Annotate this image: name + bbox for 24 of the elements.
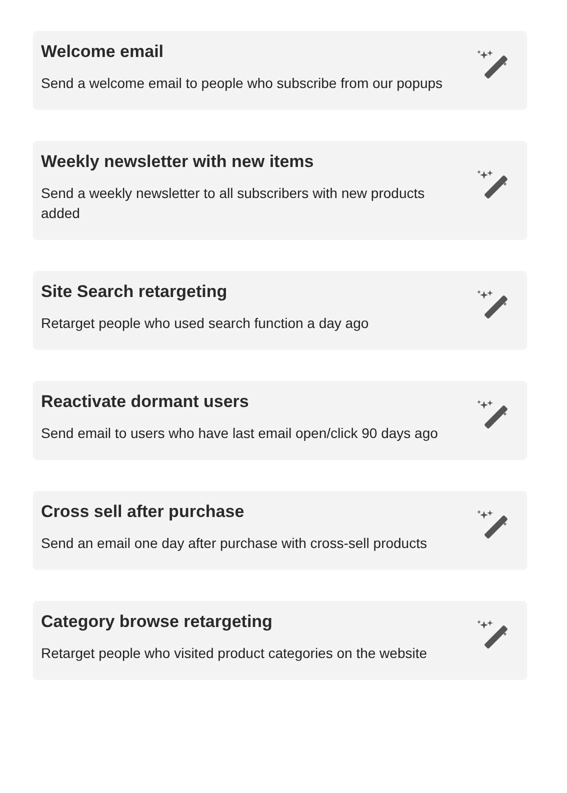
template-description: Send an email one day after purchase with cross-sell products xyxy=(41,534,428,553)
template-card[interactable]: Reactivate dormant users Send email to users who have last email open/click 90 days ago xyxy=(33,381,527,460)
template-card[interactable]: Category browse retargeting Retarget people who visited product categories on the website xyxy=(33,601,527,680)
magic-wand-icon[interactable] xyxy=(477,50,509,80)
template-description: Send email to users who have last email open/click 90 days ago xyxy=(41,424,439,443)
template-title: Site Search retargeting xyxy=(41,281,228,303)
template-title: Reactivate dormant users xyxy=(41,391,250,413)
template-description: Retarget people who used search function a day ago xyxy=(41,314,370,333)
magic-wand-icon[interactable] xyxy=(477,400,509,430)
magic-wand-icon[interactable] xyxy=(477,510,509,540)
template-title: Cross sell after purchase xyxy=(41,501,246,523)
template-description: Send a weekly newsletter to all subscribers with new products added xyxy=(41,184,426,223)
template-card[interactable]: Weekly newsletter with new items Send a weekly newsletter to all subscribers with new products added xyxy=(33,141,527,240)
template-description: Retarget people who visited product categories on the website xyxy=(41,644,428,663)
template-title: Weekly newsletter with new items xyxy=(41,151,315,173)
template-title: Category browse retargeting xyxy=(41,611,274,633)
magic-wand-icon[interactable] xyxy=(477,290,509,320)
magic-wand-icon[interactable] xyxy=(477,620,509,650)
template-description: Send a welcome email to people who subscribe from our popups xyxy=(41,74,444,93)
magic-wand-icon[interactable] xyxy=(477,170,509,200)
template-card[interactable]: Cross sell after purchase Send an email one day after purchase with cross-sell products xyxy=(33,491,527,570)
template-card[interactable]: Site Search retargeting Retarget people who used search function a day ago xyxy=(33,271,527,350)
template-card[interactable]: Welcome email Send a welcome email to people who subscribe from our popups xyxy=(33,31,527,110)
template-title: Welcome email xyxy=(41,41,165,63)
